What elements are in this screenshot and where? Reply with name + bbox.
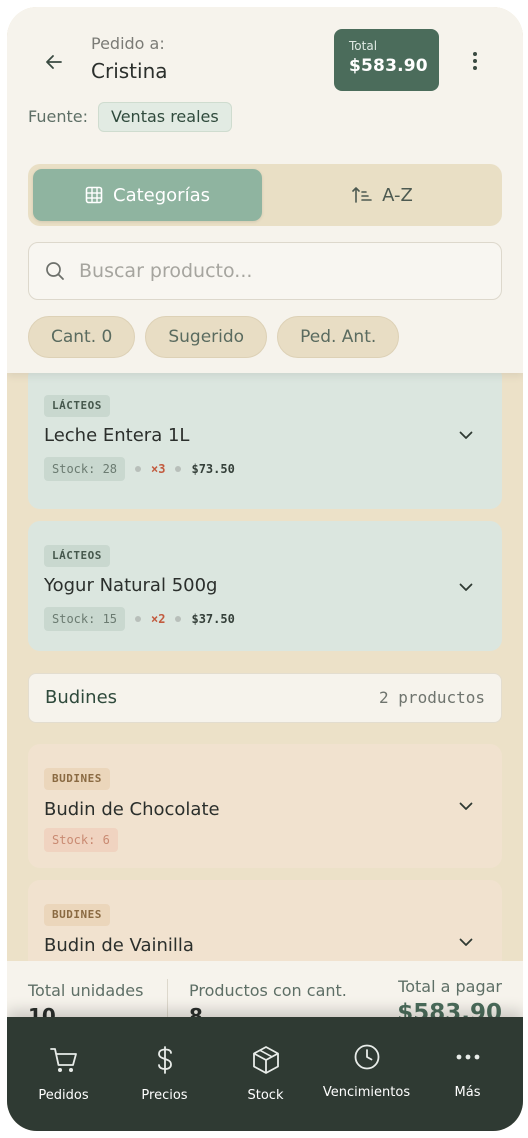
grid-icon: [85, 186, 103, 204]
total-to-pay-label: Total a pagar: [398, 977, 502, 996]
category-group-header[interactable]: Budines 2 productos: [28, 673, 502, 723]
separator-dot: [135, 466, 142, 472]
tab-az[interactable]: A-Z: [268, 169, 497, 221]
header-panel: Pedido a: Cristina Total $583.90 Fuente:…: [7, 7, 523, 373]
stock-badge: Stock: 15: [44, 607, 126, 631]
category-tag: LÁCTEOS: [44, 545, 110, 567]
filter-chips: Cant. 0 Sugerido Ped. Ant.: [28, 316, 400, 358]
product-name: Budin de Chocolate: [44, 799, 220, 820]
nav-label: Stock: [247, 1088, 284, 1103]
search-placeholder: Buscar producto...: [79, 260, 253, 282]
nav-item-vencimientos[interactable]: Vencimientos: [315, 1017, 418, 1131]
order-to-label: Pedido a:: [91, 34, 165, 53]
total-badge: Total $583.90: [334, 29, 439, 91]
nav-item-stock[interactable]: Stock: [214, 1017, 317, 1131]
dollar-icon: [157, 1046, 172, 1074]
product-card[interactable]: LÁCTEOS Yogur Natural 500g Stock: 15 ×2 …: [28, 521, 502, 651]
stock-badge: Stock: 28: [44, 457, 126, 481]
total-value: $583.90: [349, 56, 428, 76]
search-input[interactable]: Buscar producto...: [28, 242, 502, 300]
products-with-qty-label: Productos con cant.: [189, 981, 347, 1000]
separator-dot: [135, 616, 142, 622]
nav-item-mas[interactable]: Más: [416, 1017, 519, 1131]
search-icon: [46, 262, 64, 280]
product-meta: Stock: 6: [44, 828, 118, 852]
expand-button[interactable]: [456, 932, 476, 952]
stock-badge: Stock: 6: [44, 828, 118, 852]
source-label: Fuente:: [28, 107, 88, 126]
product-card[interactable]: LÁCTEOS Leche Entera 1L Stock: 28 ×3 $73…: [28, 373, 502, 509]
more-icon: [456, 1054, 479, 1060]
product-name: Yogur Natural 500g: [44, 575, 218, 596]
filter-previous-order[interactable]: Ped. Ant.: [277, 316, 400, 358]
app-screen: Pedido a: Cristina Total $583.90 Fuente:…: [7, 7, 523, 1131]
sort-ascending-icon: [352, 187, 372, 203]
separator-dot: [175, 616, 182, 622]
filter-qty-zero[interactable]: Cant. 0: [28, 316, 136, 358]
kebab-icon: [473, 52, 477, 70]
category-tag: LÁCTEOS: [44, 395, 110, 417]
source-chip[interactable]: Ventas reales: [98, 102, 232, 132]
nav-label: Pedidos: [38, 1088, 89, 1103]
product-name: Leche Entera 1L: [44, 425, 190, 446]
filter-suggested[interactable]: Sugerido: [145, 316, 268, 358]
category-tag: BUDINES: [44, 904, 110, 926]
product-list: LÁCTEOS Leche Entera 1L Stock: 28 ×3 $73…: [7, 373, 523, 961]
nav-item-precios[interactable]: Precios: [113, 1017, 216, 1131]
chevron-down-icon: [459, 583, 473, 591]
tab-categories[interactable]: Categorías: [33, 169, 262, 221]
view-toggle: Categorías A-Z: [28, 164, 502, 226]
nav-item-pedidos[interactable]: Pedidos: [12, 1017, 115, 1131]
arrow-left-icon: [46, 55, 62, 69]
product-meta: Stock: 28 ×3 $73.50: [44, 457, 235, 481]
total-label: Total: [349, 39, 378, 53]
multiplier: ×3: [151, 462, 166, 476]
expand-button[interactable]: [456, 796, 476, 816]
nav-label: Precios: [141, 1088, 188, 1103]
group-count: 2 productos: [379, 688, 485, 707]
product-card[interactable]: BUDINES Budin de Chocolate Stock: 6: [28, 744, 502, 868]
customer-name: Cristina: [91, 59, 168, 83]
price: $37.50: [191, 612, 235, 626]
chevron-down-icon: [459, 938, 473, 946]
bottom-nav: Pedidos Precios Stock Vencimientos Más: [7, 1017, 523, 1131]
nav-label: Vencimientos: [322, 1085, 411, 1100]
back-button[interactable]: [41, 49, 67, 75]
separator-dot: [175, 466, 182, 472]
expand-button[interactable]: [456, 577, 476, 597]
clock-icon: [354, 1044, 379, 1070]
category-tag: BUDINES: [44, 768, 110, 790]
product-name: Budin de Vainilla: [44, 935, 194, 956]
expand-button[interactable]: [456, 425, 476, 445]
product-card[interactable]: BUDINES Budin de Vainilla: [28, 880, 502, 961]
chevron-down-icon: [459, 802, 473, 810]
nav-label: Más: [454, 1085, 481, 1100]
product-meta: Stock: 15 ×2 $37.50: [44, 607, 235, 631]
total-units-label: Total unidades: [28, 981, 144, 1000]
group-name: Budines: [45, 687, 118, 708]
more-options-button[interactable]: [463, 49, 487, 73]
box-icon: [252, 1046, 279, 1074]
cart-icon: [49, 1048, 77, 1072]
price: $73.50: [191, 462, 235, 476]
tab-az-label: A-Z: [382, 184, 413, 206]
tab-categories-label: Categorías: [113, 184, 210, 206]
multiplier: ×2: [151, 612, 166, 626]
chevron-down-icon: [459, 431, 473, 439]
